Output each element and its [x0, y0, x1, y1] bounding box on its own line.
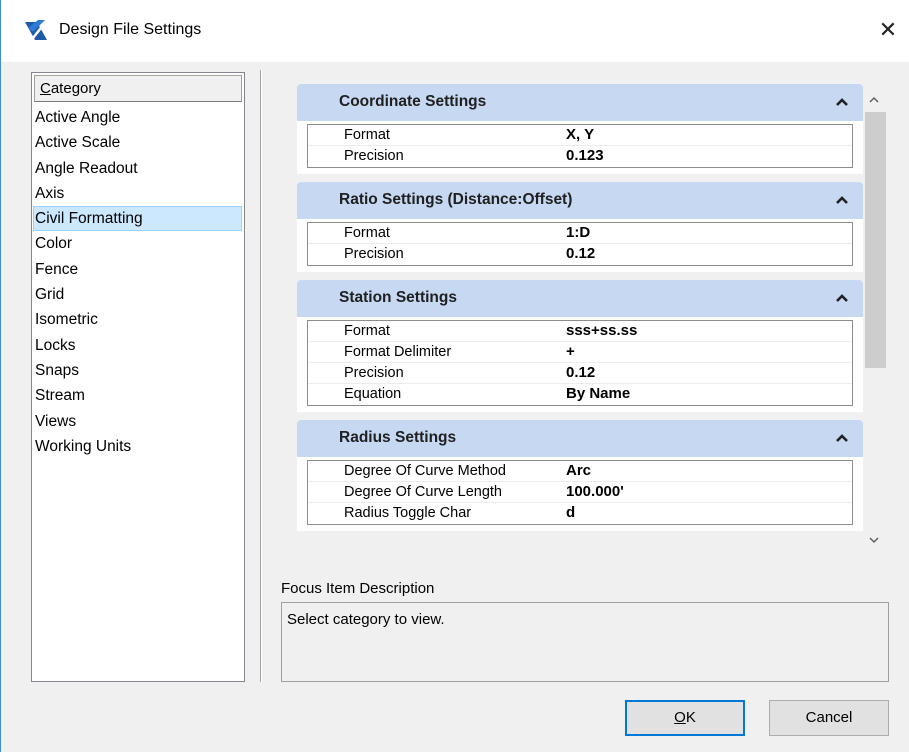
section-title: Ratio Settings (Distance:Offset) [339, 191, 573, 208]
property-label: Precision [344, 365, 404, 381]
property-value[interactable]: By Name [566, 385, 630, 402]
property-label: Radius Toggle Char [344, 505, 472, 521]
property-row[interactable]: Equation By Name [308, 384, 852, 405]
ok-mnemonic: O [674, 709, 686, 726]
collapse-chevron-up-icon[interactable] [835, 193, 849, 207]
app-icon [25, 20, 47, 40]
focus-item-description-label: Focus Item Description [281, 580, 435, 597]
category-header-mnemonic: C [40, 80, 51, 97]
property-value[interactable]: 0.12 [566, 245, 595, 262]
ok-label: K [685, 709, 696, 726]
category-item-grid[interactable]: Grid [32, 282, 244, 307]
property-value[interactable]: 1:D [566, 224, 590, 241]
focus-item-description-text: Select category to view. [287, 611, 445, 628]
category-item-stream[interactable]: Stream [32, 383, 244, 408]
property-grid: Degree Of Curve Method Arc Degree Of Curve… [307, 460, 853, 525]
property-value[interactable]: d [566, 504, 575, 521]
property-row[interactable]: Precision 0.12 [308, 363, 852, 384]
property-row[interactable]: Radius Toggle Char d [308, 503, 852, 524]
category-item-snaps[interactable]: Snaps [32, 358, 244, 383]
section-title: Coordinate Settings [339, 93, 487, 110]
property-label: Precision [344, 246, 404, 262]
cancel-button[interactable]: Cancel [769, 700, 889, 736]
category-item-active-angle[interactable]: Active Angle [32, 105, 244, 130]
property-row[interactable]: Format sss+ss.ss [308, 321, 852, 342]
scroll-down-arrow-icon[interactable] [863, 530, 885, 550]
settings-panel: Coordinate Settings Format X, Y Precision 0.… [297, 84, 863, 552]
property-value[interactable]: 0.123 [566, 147, 604, 164]
category-item-active-scale[interactable]: Active Scale [32, 130, 244, 155]
property-row[interactable]: Format X, Y [308, 125, 852, 146]
scroll-up-arrow-icon[interactable] [863, 90, 885, 110]
property-label: Degree Of Curve Length [344, 484, 502, 500]
settings-section: Ratio Settings (Distance:Offset) Format 1:… [297, 182, 863, 272]
collapse-chevron-up-icon[interactable] [835, 431, 849, 445]
property-row[interactable]: Format 1:D [308, 223, 852, 244]
close-button[interactable]: ✕ [873, 14, 903, 46]
property-row[interactable]: Format Delimiter + [308, 342, 852, 363]
property-row[interactable]: Precision 0.123 [308, 146, 852, 167]
design-file-settings-dialog: Design File Settings ✕ Category Active A… [0, 0, 909, 752]
category-list[interactable]: Category Active Angle Active Scale Angle R… [31, 72, 245, 682]
property-value[interactable]: 100.000' [566, 483, 624, 500]
settings-section: Station Settings Format sss+ss.ss Format De… [297, 280, 863, 412]
collapse-chevron-up-icon[interactable] [835, 291, 849, 305]
ok-button[interactable]: OK [625, 700, 745, 736]
close-icon: ✕ [878, 17, 898, 42]
window-title: Design File Settings [59, 21, 202, 38]
settings-section: Coordinate Settings Format X, Y Precision 0.… [297, 84, 863, 174]
property-label: Equation [344, 386, 402, 402]
section-header[interactable]: Radius Settings [297, 420, 863, 457]
property-label: Format [344, 225, 390, 241]
category-column-header[interactable]: Category [34, 75, 242, 102]
property-grid: Format X, Y Precision 0.123 [307, 124, 853, 168]
collapse-chevron-up-icon[interactable] [835, 95, 849, 109]
section-header[interactable]: Station Settings [297, 280, 863, 317]
title-bar[interactable]: Design File Settings ✕ [1, 0, 909, 62]
section-title: Station Settings [339, 289, 457, 306]
property-row[interactable]: Degree Of Curve Length 100.000' [308, 482, 852, 503]
section-header[interactable]: Ratio Settings (Distance:Offset) [297, 182, 863, 219]
focus-item-description-box: Select category to view. [281, 602, 889, 682]
property-label: Precision [344, 148, 404, 164]
scroll-thumb[interactable] [865, 112, 886, 368]
property-grid: Format sss+ss.ss Format Delimiter + Precisio… [307, 320, 853, 406]
category-item-views[interactable]: Views [32, 409, 244, 434]
property-value[interactable]: Arc [566, 462, 591, 479]
settings-section: Radius Settings Degree Of Curve Method Arc… [297, 420, 863, 531]
property-label: Degree Of Curve Method [344, 463, 506, 479]
section-header[interactable]: Coordinate Settings [297, 84, 863, 121]
category-item-color[interactable]: Color [32, 231, 244, 256]
property-row[interactable]: Precision 0.12 [308, 244, 852, 265]
category-item-locks[interactable]: Locks [32, 333, 244, 358]
property-value[interactable]: 0.12 [566, 364, 595, 381]
category-header-label: ategory [50, 80, 101, 97]
category-item-fence[interactable]: Fence [32, 257, 244, 282]
property-label: Format Delimiter [344, 344, 452, 360]
category-item-angle-readout[interactable]: Angle Readout [32, 156, 244, 181]
property-value[interactable]: X, Y [566, 126, 594, 143]
settings-scrollbar[interactable] [863, 84, 886, 552]
property-label: Format [344, 323, 390, 339]
property-row[interactable]: Degree Of Curve Method Arc [308, 461, 852, 482]
property-label: Format [344, 127, 390, 143]
section-title: Radius Settings [339, 429, 457, 446]
splitter[interactable] [260, 70, 262, 682]
property-grid: Format 1:D Precision 0.12 [307, 222, 853, 266]
category-items: Active Angle Active Scale Angle Readout Axi… [32, 105, 244, 459]
property-value[interactable]: + [566, 343, 575, 360]
property-value[interactable]: sss+ss.ss [566, 322, 637, 339]
category-item-working-units[interactable]: Working Units [32, 434, 244, 459]
category-item-civil-formatting[interactable]: Civil Formatting [33, 206, 242, 232]
category-item-isometric[interactable]: Isometric [32, 307, 244, 332]
category-item-axis[interactable]: Axis [32, 181, 244, 206]
